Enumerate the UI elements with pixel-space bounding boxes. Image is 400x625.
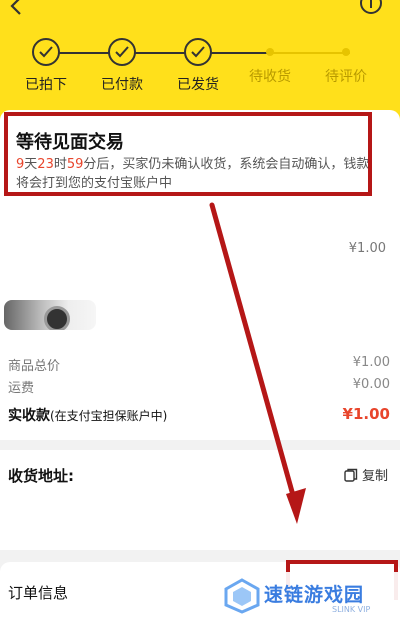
watermark-text: 速链游戏园 — [264, 584, 365, 606]
watermark: 速链游戏园 SLINK VIP — [208, 572, 398, 624]
watermark-sub: SLINK VIP — [332, 605, 371, 614]
annotation-arrow-icon — [209, 202, 306, 524]
watermark-logo-icon — [224, 578, 260, 614]
